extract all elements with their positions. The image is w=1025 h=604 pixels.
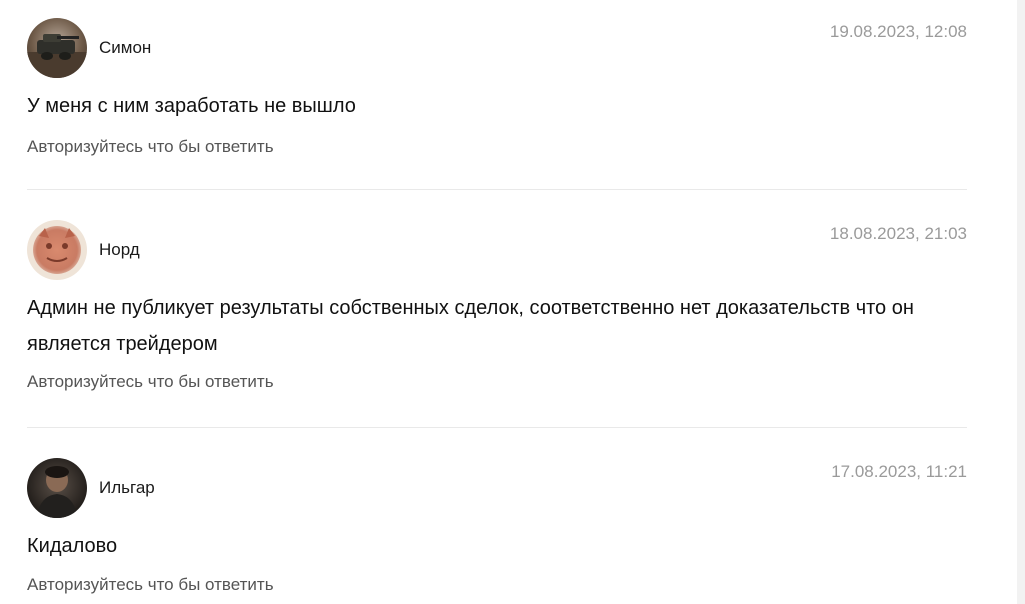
comment-date: 19.08.2023, 12:08	[829, 22, 967, 41]
avatar-image-icon	[27, 220, 87, 280]
comment-header: Норд 18.08.2023, 21:03	[27, 220, 967, 280]
author-name: Симон	[99, 38, 152, 57]
scrollbar-track[interactable]	[1017, 0, 1025, 604]
comment-header: Ильгар 17.08.2023, 11:21	[27, 458, 967, 518]
divider	[27, 427, 967, 428]
reply-login-link[interactable]: Авторизуйтесь что бы ответить	[27, 371, 274, 393]
comment-text: Кидалово	[27, 535, 118, 557]
comment-date: 17.08.2023, 11:21	[831, 462, 967, 481]
comments-page: Симон 19.08.2023, 12:08 У меня с ним зар…	[0, 0, 1025, 604]
author-name: Ильгар	[99, 478, 155, 497]
avatar-image-icon	[27, 18, 87, 78]
avatar[interactable]	[27, 18, 87, 78]
comment-item: Симон 19.08.2023, 12:08 У меня с ним зар…	[27, 18, 967, 158]
comment-header: Симон 19.08.2023, 12:08	[27, 18, 967, 78]
avatar[interactable]	[27, 458, 87, 518]
reply-login-link[interactable]: Авторизуйтесь что бы ответить	[27, 574, 274, 596]
comment-text: У меня с ним заработать не вышло	[27, 95, 356, 117]
comment-item: Ильгар 17.08.2023, 11:21 Кидалово Автори…	[27, 458, 967, 596]
comment-item: Норд 18.08.2023, 21:03 Админ не публикуе…	[27, 220, 967, 393]
author-name: Норд	[99, 240, 140, 259]
reply-login-link[interactable]: Авторизуйтесь что бы ответить	[27, 136, 274, 158]
divider	[27, 189, 967, 190]
avatar-image-icon	[27, 458, 87, 518]
comment-date: 18.08.2023, 21:03	[829, 224, 967, 243]
comment-text: Админ не публикует результаты собственны…	[27, 297, 914, 355]
avatar[interactable]	[27, 220, 87, 280]
